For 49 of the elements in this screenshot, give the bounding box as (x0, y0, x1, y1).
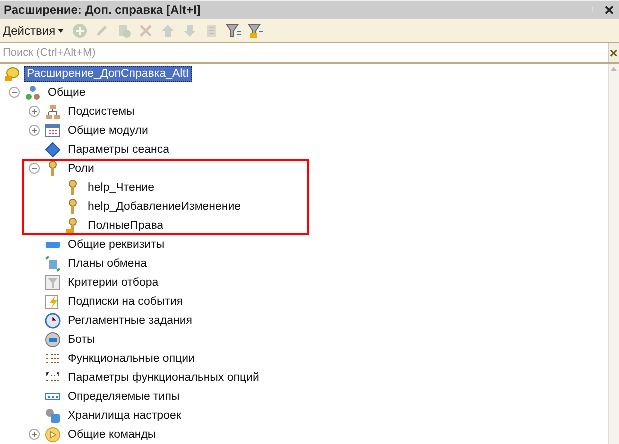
clock-icon (45, 312, 61, 328)
tree-item[interactable]: ПолныеПрава (85, 218, 167, 234)
window-title: Расширение: Доп. справка [Alt+I] (4, 3, 201, 17)
tree-item[interactable]: Хранилища настроек (65, 408, 184, 424)
tree-item[interactable]: help_Чтение (85, 180, 158, 196)
collapse-icon[interactable] (9, 87, 20, 98)
tree-item[interactable]: Параметры сеанса (65, 142, 173, 158)
storage-icon (45, 408, 61, 424)
expand-icon[interactable] (29, 125, 40, 136)
copy-icon (116, 22, 132, 38)
funnel-icon (45, 274, 61, 290)
exchange-icon (45, 256, 61, 272)
tree-item[interactable]: Роли (65, 160, 98, 176)
delete-icon (138, 22, 154, 38)
tree-item[interactable]: Регламентные задания (65, 312, 196, 328)
diamond-icon (45, 142, 61, 158)
tree-item[interactable]: Общие модули (65, 122, 152, 138)
objects-icon (25, 84, 41, 100)
tree-item[interactable]: Функциональные опции (65, 350, 198, 366)
add-icon (72, 22, 88, 38)
actions-menu[interactable]: Действия (3, 24, 68, 38)
close-button[interactable]: ✕ (604, 4, 615, 16)
tree-item[interactable]: Боты (65, 332, 98, 348)
tree-item[interactable]: Подписки на события (65, 294, 186, 310)
lightning-icon (45, 294, 61, 310)
arrow-down-icon (182, 22, 198, 38)
attribute-icon (45, 242, 61, 248)
expand-icon[interactable] (29, 429, 40, 440)
module-icon (45, 122, 61, 138)
tree-item[interactable]: Планы обмена (65, 256, 150, 272)
tree-item[interactable]: help_ДобавлениеИзменение (85, 198, 244, 214)
filter-icon (248, 22, 264, 38)
tree-item[interactable]: Общие команды (65, 426, 160, 442)
tree-item[interactable]: Параметры функциональных опций (65, 370, 262, 386)
scrollbar[interactable] (608, 64, 619, 444)
clear-button[interactable]: × (608, 43, 619, 62)
robot-icon (45, 332, 61, 348)
tree-item[interactable]: Определяемые типы (65, 388, 183, 404)
collapse-icon[interactable] (29, 163, 40, 174)
hierarchy-icon (45, 104, 61, 120)
tree-item[interactable]: Общие (45, 84, 89, 100)
tree-item[interactable]: Общие реквизиты (65, 236, 168, 252)
filter-icon (226, 22, 242, 38)
expand-icon[interactable] (29, 106, 40, 117)
tree-item[interactable]: Критерии отбора (65, 274, 162, 290)
arrow-up-icon (160, 22, 176, 38)
tree-item[interactable]: Расширение_ДопСправка_AltI (24, 66, 192, 82)
tree-item[interactable]: Подсистемы (65, 104, 138, 120)
caret-icon (58, 28, 64, 32)
